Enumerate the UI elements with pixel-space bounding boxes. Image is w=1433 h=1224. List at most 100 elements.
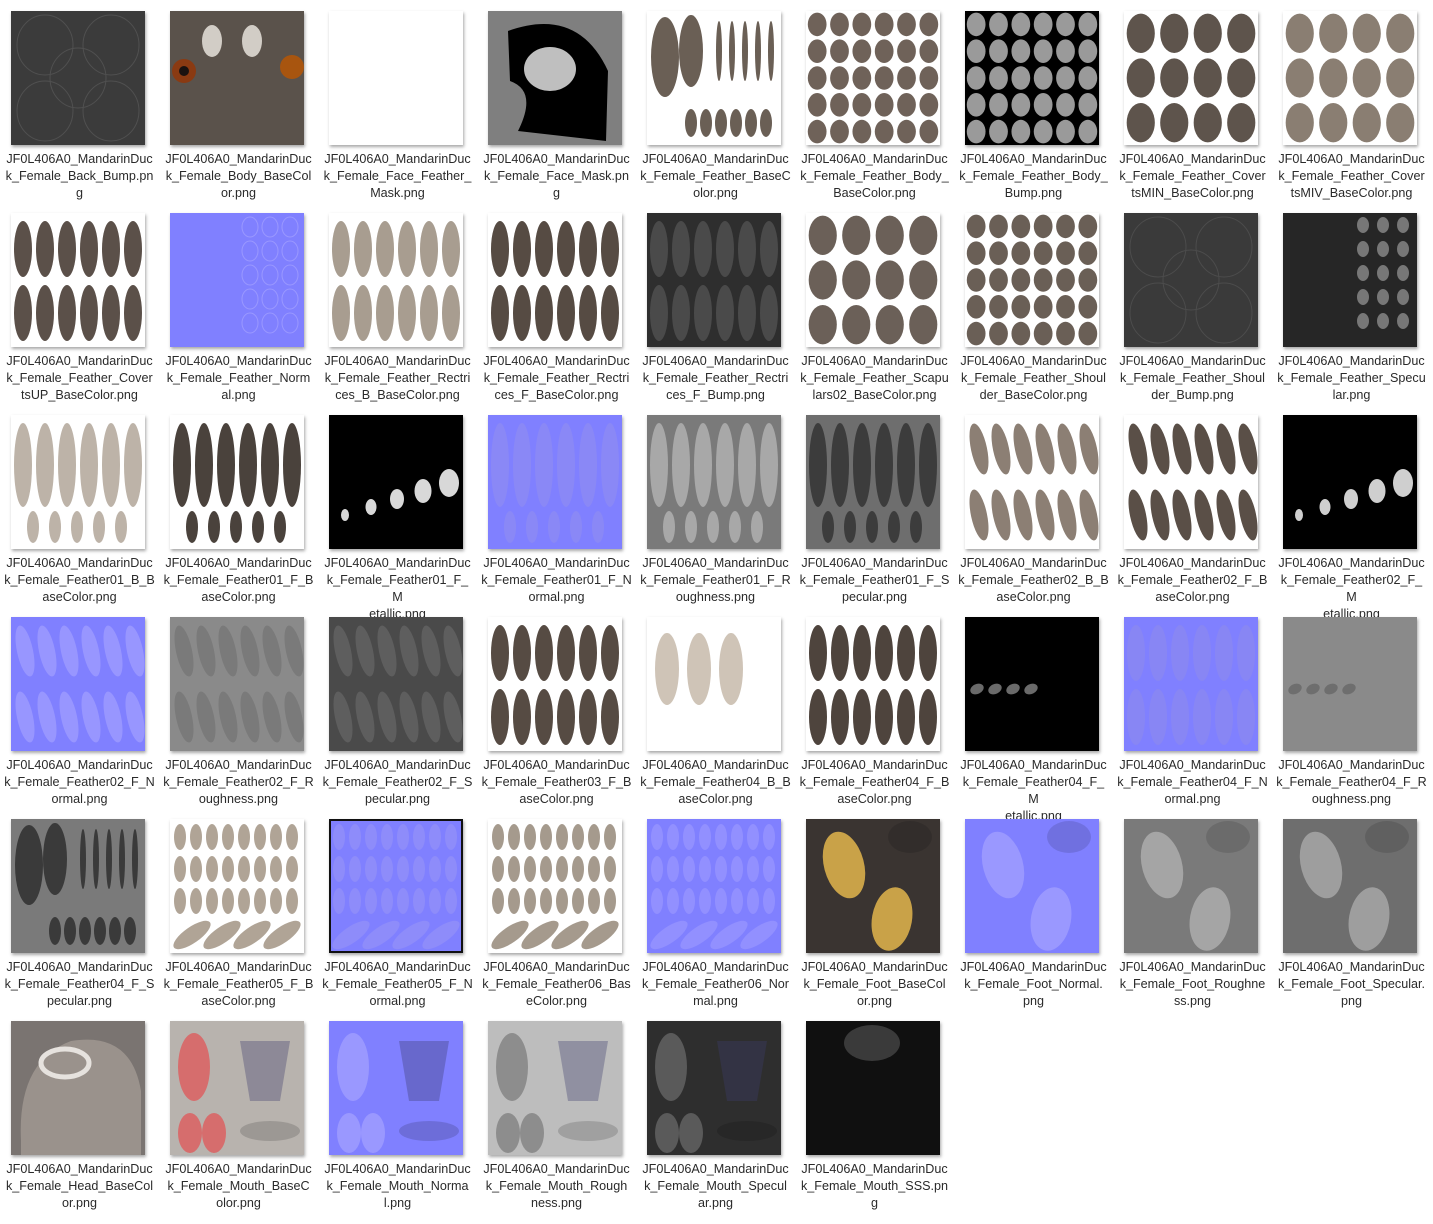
file-item[interactable]: JF0L406A0_MandarinDuc k_Female_Feather04_… (0, 808, 159, 1010)
file-name-label[interactable]: JF0L406A0_MandarinDuc k_Female_Back_Bump.… (0, 151, 159, 202)
file-name-label[interactable]: JF0L406A0_MandarinDuc k_Female_Feather_Bo… (954, 151, 1113, 202)
file-thumbnail[interactable] (488, 11, 622, 145)
file-item[interactable]: JF0L406A0_MandarinDuc k_Female_Feather03_… (477, 606, 636, 808)
file-name-label[interactable]: JF0L406A0_MandarinDuc k_Female_Feather_Re… (636, 353, 795, 404)
file-item[interactable]: JF0L406A0_MandarinDuc k_Female_Feather04_… (1272, 606, 1431, 808)
file-item[interactable]: JF0L406A0_MandarinDuc k_Female_Feather_Co… (1113, 0, 1272, 202)
file-item[interactable]: JF0L406A0_MandarinDuc k_Female_Feather02_… (1113, 404, 1272, 606)
file-thumbnail[interactable] (11, 11, 145, 145)
file-name-label[interactable]: JF0L406A0_MandarinDuc k_Female_Mouth_Spec… (636, 1161, 795, 1212)
file-item[interactable]: JF0L406A0_MandarinDuc k_Female_Feather_Re… (477, 202, 636, 404)
file-name-label[interactable]: JF0L406A0_MandarinDuc k_Female_Body_BaseC… (159, 151, 318, 202)
file-thumbnail[interactable] (170, 213, 304, 347)
file-thumbnail[interactable] (1124, 11, 1258, 145)
file-item[interactable]: JF0L406A0_MandarinDuc k_Female_Feather_Re… (636, 202, 795, 404)
file-item[interactable]: JF0L406A0_MandarinDuc k_Female_Mouth_Norm… (318, 1010, 477, 1212)
file-item[interactable]: JF0L406A0_MandarinDuc k_Female_Feather04_… (1113, 606, 1272, 808)
file-thumbnail[interactable] (488, 415, 622, 549)
file-item[interactable]: JF0L406A0_MandarinDuc k_Female_Feather05_… (318, 808, 477, 1010)
file-thumbnail[interactable] (170, 415, 304, 549)
file-item[interactable]: JF0L406A0_MandarinDuc k_Female_Feather04_… (795, 606, 954, 808)
file-thumbnail[interactable] (647, 415, 781, 549)
file-thumbnail[interactable] (1124, 415, 1258, 549)
file-thumbnail[interactable] (11, 617, 145, 751)
file-thumbnail[interactable] (329, 617, 463, 751)
file-thumbnail[interactable] (647, 617, 781, 751)
file-item[interactable]: JF0L406A0_MandarinDuc k_Female_Mouth_Spec… (636, 1010, 795, 1212)
file-item[interactable]: JF0L406A0_MandarinDuc k_Female_Head_BaseC… (0, 1010, 159, 1212)
file-thumbnail[interactable] (806, 213, 940, 347)
file-name-label[interactable]: JF0L406A0_MandarinDuc k_Female_Feather04_… (636, 757, 795, 808)
file-item[interactable]: JF0L406A0_MandarinDuc k_Female_Back_Bump.… (0, 0, 159, 202)
file-item[interactable]: JF0L406A0_MandarinDuc k_Female_Feather_Sh… (1113, 202, 1272, 404)
file-name-label[interactable]: JF0L406A0_MandarinDuc k_Female_Feather_No… (159, 353, 318, 404)
file-thumbnail[interactable] (329, 1021, 463, 1155)
file-name-label[interactable]: JF0L406A0_MandarinDuc k_Female_Feather02_… (318, 757, 477, 808)
file-name-label[interactable]: JF0L406A0_MandarinDuc k_Female_Feather04_… (1113, 757, 1272, 808)
file-thumbnail[interactable] (170, 819, 304, 953)
file-thumbnail[interactable] (647, 213, 781, 347)
file-thumbnail[interactable] (1283, 213, 1417, 347)
file-name-label[interactable]: JF0L406A0_MandarinDuc k_Female_Feather_Re… (318, 353, 477, 404)
file-item[interactable]: JF0L406A0_MandarinDuc k_Female_Face_Mask.… (477, 0, 636, 202)
file-thumbnail[interactable] (170, 11, 304, 145)
file-name-label[interactable]: JF0L406A0_MandarinDuc k_Female_Feather06_… (636, 959, 795, 1010)
file-thumbnail[interactable] (488, 213, 622, 347)
file-thumbnail[interactable] (329, 415, 463, 549)
file-item[interactable]: JF0L406A0_MandarinDuc k_Female_Feather_No… (159, 202, 318, 404)
file-name-label[interactable]: JF0L406A0_MandarinDuc k_Female_Feather_Sh… (954, 353, 1113, 404)
file-item[interactable]: JF0L406A0_MandarinDuc k_Female_Feather_Co… (0, 202, 159, 404)
file-thumbnail[interactable] (806, 1021, 940, 1155)
file-name-label[interactable]: JF0L406A0_MandarinDuc k_Female_Feather_Sp… (1272, 353, 1431, 404)
file-thumbnail[interactable] (806, 415, 940, 549)
file-name-label[interactable]: JF0L406A0_MandarinDuc k_Female_Feather_Co… (0, 353, 159, 404)
file-thumbnail[interactable] (965, 617, 1099, 751)
file-thumbnail[interactable] (170, 1021, 304, 1155)
file-thumbnail[interactable] (170, 617, 304, 751)
file-name-label[interactable]: JF0L406A0_MandarinDuc k_Female_Feather04_… (0, 959, 159, 1010)
file-item[interactable]: JF0L406A0_MandarinDuc k_Female_Feather06_… (477, 808, 636, 1010)
file-name-label[interactable]: JF0L406A0_MandarinDuc k_Female_Feather01_… (636, 555, 795, 606)
file-name-label[interactable]: JF0L406A0_MandarinDuc k_Female_Feather01_… (477, 555, 636, 606)
file-thumbnail[interactable] (965, 213, 1099, 347)
file-name-label[interactable]: JF0L406A0_MandarinDuc k_Female_Feather05_… (159, 959, 318, 1010)
file-item[interactable]: JF0L406A0_MandarinDuc k_Female_Feather04_… (636, 606, 795, 808)
file-thumbnail[interactable] (806, 819, 940, 953)
file-name-label[interactable]: JF0L406A0_MandarinDuc k_Female_Foot_Specu… (1272, 959, 1431, 1010)
file-item[interactable]: JF0L406A0_MandarinDuc k_Female_Mouth_Base… (159, 1010, 318, 1212)
file-name-label[interactable]: JF0L406A0_MandarinDuc k_Female_Face_Feath… (318, 151, 477, 202)
file-name-label[interactable]: JF0L406A0_MandarinDuc k_Female_Feather02_… (159, 757, 318, 808)
file-name-label[interactable]: JF0L406A0_MandarinDuc k_Female_Feather01_… (0, 555, 159, 606)
file-name-label[interactable]: JF0L406A0_MandarinDuc k_Female_Mouth_Base… (159, 1161, 318, 1212)
file-item[interactable]: JF0L406A0_MandarinDuc k_Female_Feather_Bo… (795, 0, 954, 202)
file-name-label[interactable]: JF0L406A0_MandarinDuc k_Female_Mouth_Norm… (318, 1161, 477, 1212)
file-name-label[interactable]: JF0L406A0_MandarinDuc k_Female_Feather06_… (477, 959, 636, 1010)
file-name-label[interactable]: JF0L406A0_MandarinDuc k_Female_Feather01_… (795, 555, 954, 606)
file-thumbnail[interactable] (488, 819, 622, 953)
file-name-label[interactable]: JF0L406A0_MandarinDuc k_Female_Foot_Norma… (954, 959, 1113, 1010)
file-item[interactable]: JF0L406A0_MandarinDuc k_Female_Feather05_… (159, 808, 318, 1010)
file-thumbnail[interactable] (647, 11, 781, 145)
file-name-label[interactable]: JF0L406A0_MandarinDuc k_Female_Foot_Rough… (1113, 959, 1272, 1010)
file-item[interactable]: JF0L406A0_MandarinDuc k_Female_Foot_BaseC… (795, 808, 954, 1010)
file-thumbnail[interactable] (1124, 617, 1258, 751)
file-item[interactable]: JF0L406A0_MandarinDuc k_Female_Foot_Norma… (954, 808, 1113, 1010)
file-name-label[interactable]: JF0L406A0_MandarinDuc k_Female_Mouth_Roug… (477, 1161, 636, 1212)
file-item[interactable]: JF0L406A0_MandarinDuc k_Female_Foot_Specu… (1272, 808, 1431, 1010)
file-item[interactable]: JF0L406A0_MandarinDuc k_Female_Foot_Rough… (1113, 808, 1272, 1010)
file-name-label[interactable]: JF0L406A0_MandarinDuc k_Female_Feather02_… (1113, 555, 1272, 606)
file-item[interactable]: JF0L406A0_MandarinDuc k_Female_Feather_Bo… (954, 0, 1113, 202)
file-item[interactable]: JF0L406A0_MandarinDuc k_Female_Feather_Sc… (795, 202, 954, 404)
file-name-label[interactable]: JF0L406A0_MandarinDuc k_Female_Feather_Sc… (795, 353, 954, 404)
file-name-label[interactable]: JF0L406A0_MandarinDuc k_Female_Feather03_… (477, 757, 636, 808)
file-item[interactable]: JF0L406A0_MandarinDuc k_Female_Feather01_… (159, 404, 318, 606)
file-name-label[interactable]: JF0L406A0_MandarinDuc k_Female_Feather_Re… (477, 353, 636, 404)
file-thumbnail[interactable] (329, 11, 463, 145)
file-thumbnail[interactable] (488, 1021, 622, 1155)
file-thumbnail[interactable] (806, 617, 940, 751)
file-name-label[interactable]: JF0L406A0_MandarinDuc k_Female_Feather05_… (318, 959, 477, 1010)
file-name-label[interactable]: JF0L406A0_MandarinDuc k_Female_Mouth_SSS.… (795, 1161, 954, 1212)
file-name-label[interactable]: JF0L406A0_MandarinDuc k_Female_Feather_Co… (1113, 151, 1272, 202)
file-thumbnail[interactable] (11, 415, 145, 549)
file-item[interactable]: JF0L406A0_MandarinDuc k_Female_Feather_Sh… (954, 202, 1113, 404)
